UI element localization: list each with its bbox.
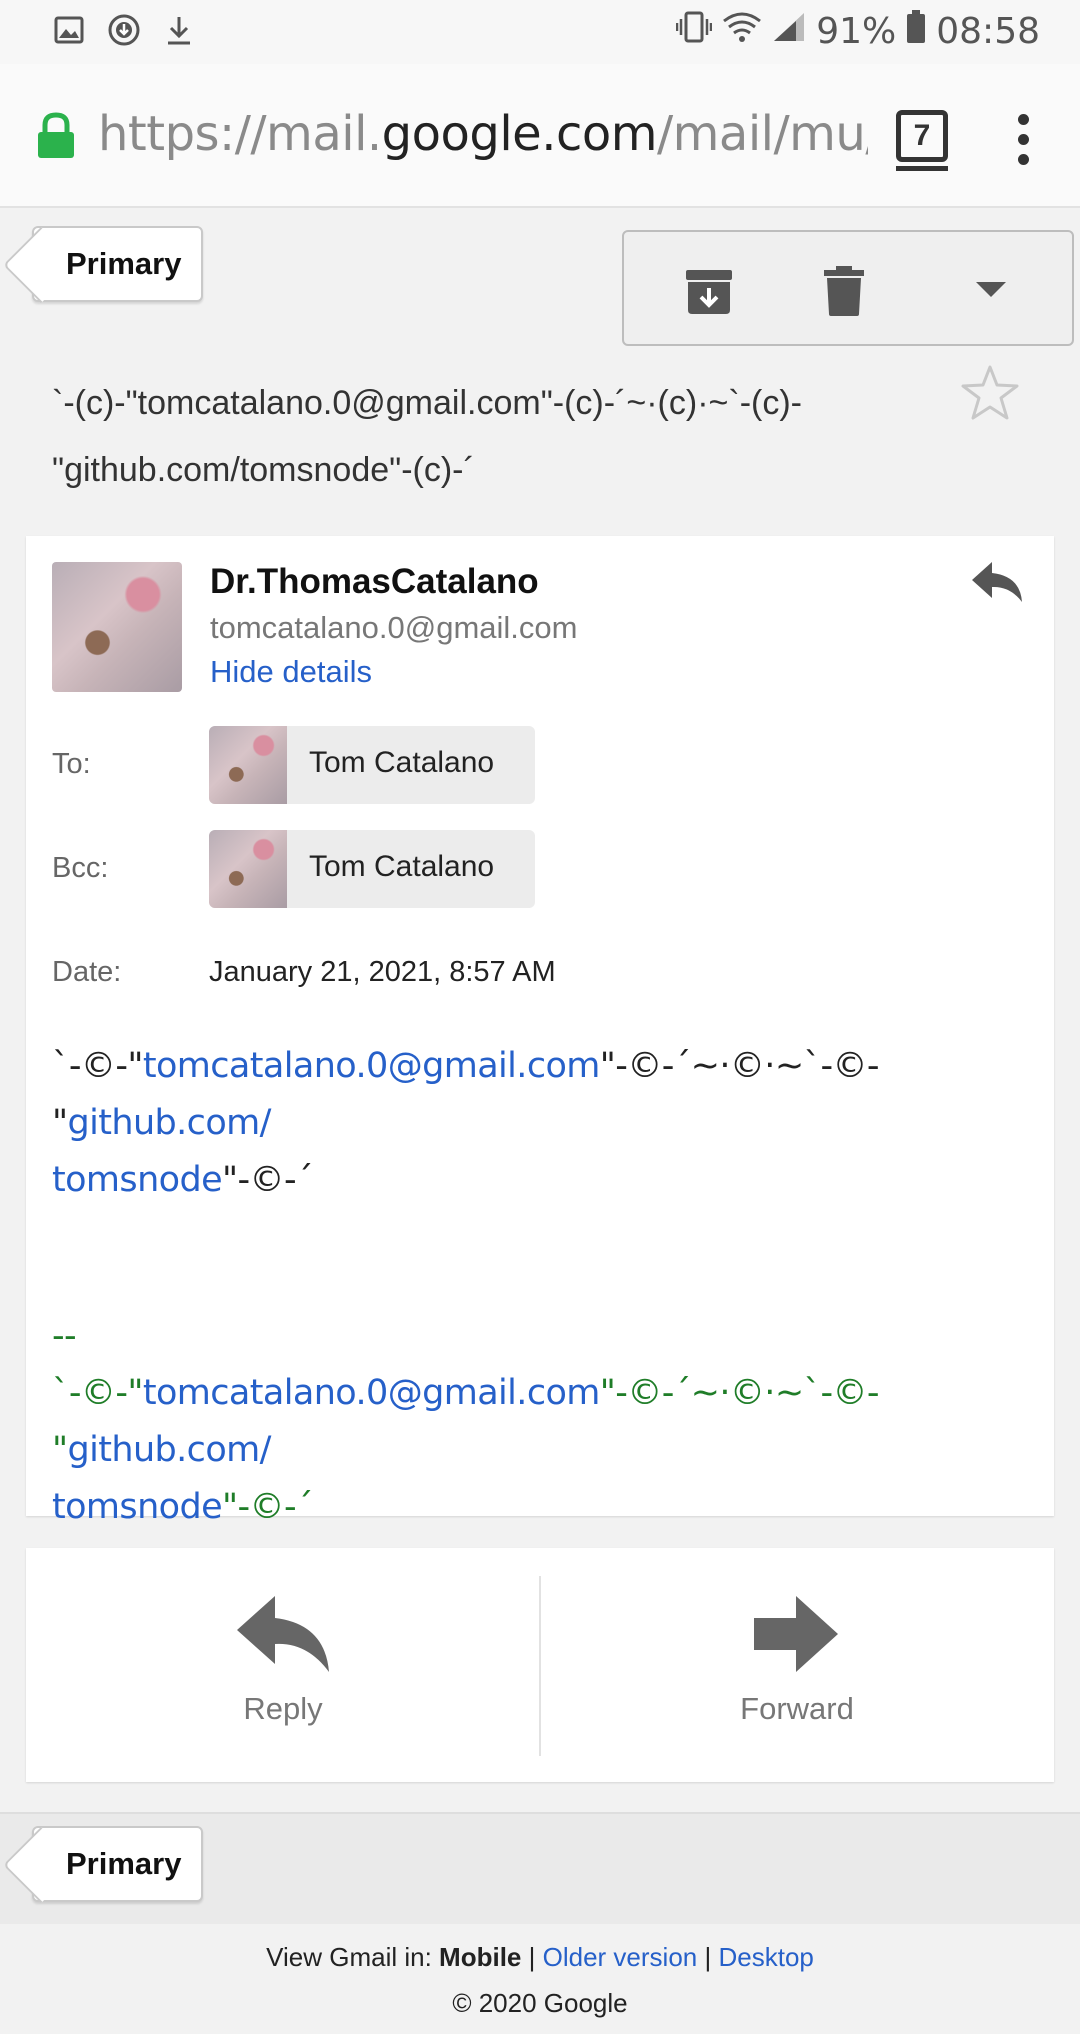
- sender-email: tomcatalano.0@gmail.com: [210, 610, 578, 645]
- sender-avatar: [52, 562, 182, 692]
- recipient-avatar: [209, 830, 287, 908]
- vibrate-icon: [675, 10, 713, 53]
- signature-email-link[interactable]: tomcatalano.0@gmail.com: [143, 1373, 601, 1413]
- signal-icon: [772, 11, 806, 52]
- browser-menu-icon[interactable]: [1018, 114, 1030, 174]
- star-icon[interactable]: [960, 364, 1020, 427]
- body-text: `-©-": [52, 1046, 143, 1086]
- wifi-icon: [722, 11, 762, 52]
- primary-label: Primary: [66, 246, 182, 281]
- forward-icon: [754, 1596, 838, 1672]
- email-link[interactable]: tomcatalano.0@gmail.com: [143, 1046, 601, 1086]
- mobile-view-current: Mobile: [439, 1942, 522, 1972]
- desktop-link[interactable]: Desktop: [718, 1942, 813, 1972]
- signature-text: "-©-´: [222, 1487, 313, 1527]
- browser-address-bar: https://mail.google.com/mail/mu/mp/ 7: [0, 64, 1080, 208]
- battery-percent: 91%: [816, 11, 897, 52]
- signature-text: `-©-": [52, 1373, 143, 1413]
- sender-name: Dr.ThomasCatalano: [210, 562, 539, 601]
- signature: -- `-©-"tomcatalano.0@gmail.com"-©-´~·©·~…: [52, 1308, 1032, 1536]
- back-to-primary-button[interactable]: Primary: [32, 226, 204, 302]
- to-recipient-name: Tom Catalano: [309, 746, 495, 779]
- reply-icon[interactable]: [970, 560, 1024, 609]
- reply-forward-bar: Reply Forward: [26, 1548, 1054, 1782]
- message-toolbar: [622, 230, 1074, 346]
- message-card: Dr.ThomasCatalano tomcatalano.0@gmail.co…: [26, 536, 1054, 1527]
- more-dropdown-icon[interactable]: [976, 282, 1006, 303]
- date-label: Date:: [52, 956, 122, 988]
- separator: |: [528, 1942, 536, 1972]
- older-version-link[interactable]: Older version: [543, 1942, 698, 1972]
- bcc-label: Bcc:: [52, 852, 109, 884]
- view-in-label: View Gmail in:: [266, 1942, 432, 1972]
- lock-icon: [36, 112, 76, 165]
- github-link-part: github.com/: [67, 1430, 272, 1470]
- download-circle-icon: [108, 14, 140, 51]
- url-path: /mail/mu/mp/: [656, 106, 868, 162]
- url-prefix: https://mail.: [98, 106, 382, 162]
- separator: |: [704, 1942, 712, 1972]
- forward-button[interactable]: Forward: [540, 1548, 1054, 1782]
- bcc-recipient-name: Tom Catalano: [309, 850, 495, 883]
- url-field[interactable]: https://mail.google.com/mail/mu/mp/: [98, 106, 868, 162]
- to-recipient-chip[interactable]: Tom Catalano: [209, 726, 535, 804]
- to-label: To:: [52, 748, 91, 780]
- primary-label: Primary: [66, 1846, 182, 1881]
- clock: 08:58: [936, 11, 1040, 52]
- email-subject: `-(c)-"tomcatalano.0@gmail.com"-(c)-´~·(…: [52, 384, 802, 489]
- gallery-icon: [54, 15, 84, 50]
- reply-label: Reply: [243, 1691, 323, 1726]
- date-value: January 21, 2021, 8:57 AM: [209, 956, 556, 988]
- footer: View Gmail in: Mobile | Older version | …: [0, 1924, 1080, 2034]
- status-bar: 91% 08:58: [0, 0, 1080, 64]
- tab-switcher-button[interactable]: 7: [896, 110, 948, 171]
- copyright: © 2020 Google: [452, 1988, 628, 2018]
- recipient-avatar: [209, 726, 287, 804]
- forward-label: Forward: [740, 1691, 854, 1726]
- github-link-part: tomsnode: [52, 1160, 223, 1200]
- back-to-primary-button-bottom[interactable]: Primary: [32, 1826, 204, 1902]
- hide-details-link[interactable]: Hide details: [210, 654, 372, 690]
- body-text: "-©-´: [222, 1160, 313, 1200]
- signature-dashes: --: [52, 1316, 77, 1356]
- download-icon: [164, 14, 194, 51]
- message-body: `-©-"tomcatalano.0@gmail.com"-©-´~·©·~`-…: [52, 1038, 1032, 1209]
- github-link-part: github.com/: [67, 1103, 272, 1143]
- reply-button[interactable]: Reply: [26, 1548, 540, 1782]
- bcc-recipient-chip[interactable]: Tom Catalano: [209, 830, 535, 908]
- battery-icon: [906, 10, 926, 53]
- delete-icon[interactable]: [824, 266, 864, 321]
- archive-icon[interactable]: [684, 266, 734, 321]
- url-domain: google.com: [381, 106, 658, 162]
- reply-large-icon: [237, 1596, 329, 1672]
- github-link-part: tomsnode: [52, 1487, 223, 1527]
- tab-count: 7: [913, 119, 931, 152]
